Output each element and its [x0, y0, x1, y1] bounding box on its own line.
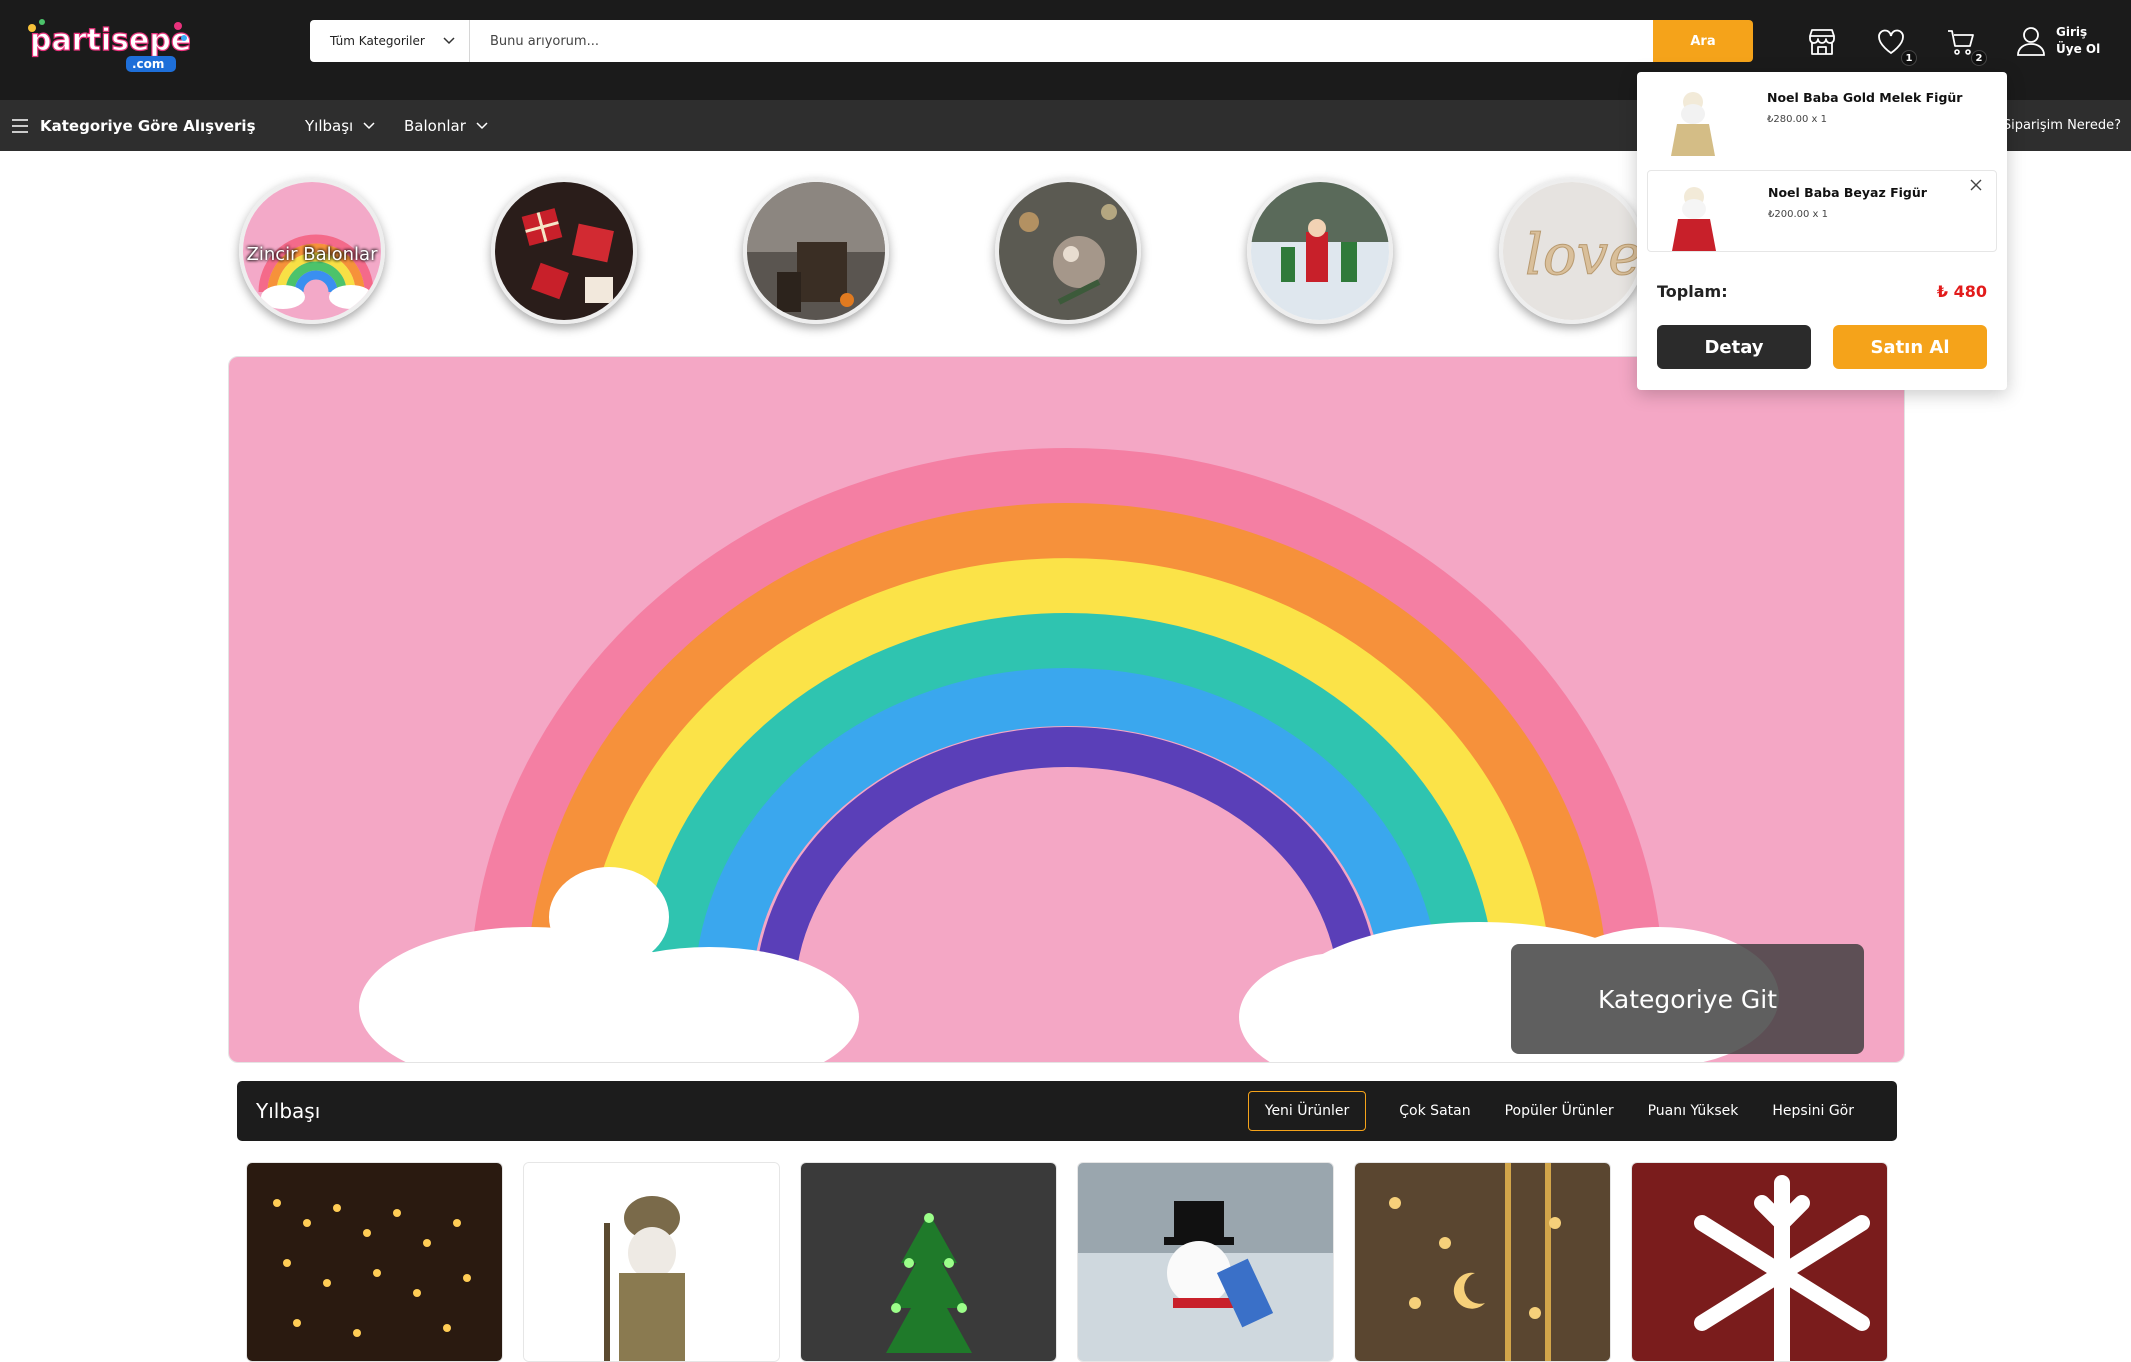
search-button[interactable]: Ara	[1653, 20, 1753, 62]
category-circle-santa[interactable]	[1247, 178, 1393, 324]
nav-item-label: Yılbaşı	[305, 116, 354, 135]
remove-item-button[interactable]	[1970, 179, 1982, 195]
santa-snow-image	[1251, 182, 1389, 320]
login-link[interactable]: Giriş	[2056, 24, 2100, 41]
chevron-down-icon	[476, 121, 488, 129]
gift-boxes-image	[495, 182, 633, 320]
nav-item-balonlar[interactable]: Balonlar	[404, 100, 488, 151]
nav-item-yilbasi[interactable]: Yılbaşı	[305, 100, 375, 151]
tab-cok-satan[interactable]: Çok Satan	[1382, 1091, 1487, 1131]
svg-text:.com: .com	[132, 57, 164, 71]
mini-cart-dropdown: Noel Baba Gold Melek Figür ₺280.00 x 1 N…	[1637, 72, 2007, 390]
moon-star-lights-image	[1355, 1163, 1610, 1361]
cart-count-badge: 2	[1971, 50, 1987, 66]
cart-detail-button[interactable]: Detay	[1657, 325, 1811, 369]
santa-figure-image	[524, 1163, 779, 1361]
site-logo[interactable]: partisepeti .com	[28, 16, 190, 82]
hero-banner[interactable]: Kategoriye Git	[228, 356, 1905, 1063]
search-input[interactable]	[470, 20, 1653, 62]
mini-cart-item-name[interactable]: Noel Baba Beyaz Figür	[1768, 185, 1927, 200]
mini-cart-item[interactable]: Noel Baba Beyaz Figür ₺200.00 x 1	[1647, 170, 1997, 252]
product-card[interactable]	[246, 1162, 503, 1362]
category-circle-gifts[interactable]	[491, 178, 637, 324]
mini-cart-total: Toplam: ₺ 480	[1657, 282, 1987, 301]
product-card[interactable]	[1077, 1162, 1334, 1362]
category-select-label: Tüm Kategoriler	[330, 34, 425, 48]
wishlist-button[interactable]: 1	[1875, 22, 1917, 66]
neon-tree-image	[801, 1163, 1056, 1361]
product-card[interactable]	[1354, 1162, 1611, 1362]
product-thumbnail	[1662, 179, 1726, 251]
spooky-room-image	[747, 182, 885, 320]
category-circle-letter-balloons[interactable]: love	[1499, 178, 1645, 324]
hamburger-icon	[12, 118, 28, 133]
mini-cart-item-name[interactable]: Noel Baba Gold Melek Figür	[1767, 90, 1962, 105]
category-circle-zincir-balonlar[interactable]: Zincir Balonlar	[239, 178, 385, 324]
close-icon	[1970, 179, 1982, 191]
neon-snowflake-image	[1632, 1163, 1887, 1361]
user-icon	[2017, 27, 2045, 56]
tab-yeni-urunler[interactable]: Yeni Ürünler	[1247, 1091, 1367, 1131]
tab-populer-urunler[interactable]: Popüler Ürünler	[1488, 1091, 1631, 1131]
string-lights-image	[247, 1163, 502, 1361]
chevron-down-icon	[443, 37, 455, 45]
wishlist-count-badge: 1	[1901, 50, 1917, 66]
inflatable-snowman-image	[1078, 1163, 1333, 1361]
banner-cta-button[interactable]: Kategoriye Git	[1511, 944, 1864, 1054]
checkout-button[interactable]: Satın Al	[1833, 325, 1987, 369]
section-tabs: Yeni Ürünler Çok Satan Popüler Ürünler P…	[1247, 1081, 1871, 1141]
nav-item-label: Balonlar	[404, 116, 466, 135]
store-icon[interactable]	[1806, 22, 1846, 62]
mini-cart-item-price: ₺200.00 x 1	[1768, 209, 1828, 220]
love-balloon-image: love	[1503, 182, 1641, 320]
product-card[interactable]	[800, 1162, 1057, 1362]
product-card[interactable]	[523, 1162, 780, 1362]
total-amount: ₺ 480	[1936, 282, 1987, 301]
category-circle-ornaments[interactable]	[995, 178, 1141, 324]
total-label: Toplam:	[1657, 282, 1728, 301]
chevron-down-icon	[363, 121, 375, 129]
cart-button[interactable]: 2	[1945, 22, 1987, 66]
category-circle-label: Zincir Balonlar	[246, 244, 378, 265]
account-link[interactable]: Giriş Üye Ol	[2016, 24, 2100, 58]
product-card[interactable]	[1631, 1162, 1888, 1362]
christmas-ornament-image	[999, 182, 1137, 320]
order-tracking-link[interactable]: Siparişim Nerede?	[2003, 100, 2121, 151]
section-header: Yılbaşı Yeni Ürünler Çok Satan Popüler Ü…	[237, 1081, 1897, 1141]
mini-cart-item-price: ₺280.00 x 1	[1767, 114, 1827, 125]
register-link[interactable]: Üye Ol	[2056, 41, 2100, 58]
category-select[interactable]: Tüm Kategoriler	[310, 20, 470, 62]
section-title: Yılbaşı	[256, 1099, 321, 1123]
svg-text:love: love	[1525, 223, 1641, 288]
svg-text:partisepeti: partisepeti	[30, 23, 190, 58]
shop-by-category-button[interactable]: Kategoriye Göre Alışveriş	[12, 100, 256, 151]
tab-puani-yuksek[interactable]: Puanı Yüksek	[1631, 1091, 1756, 1131]
shop-by-category-label: Kategoriye Göre Alışveriş	[40, 116, 256, 135]
mini-cart-item[interactable]: Noel Baba Gold Melek Figür ₺280.00 x 1	[1647, 76, 1997, 158]
search-bar: Tüm Kategoriler Ara	[310, 20, 1753, 62]
tab-hepsini-gor[interactable]: Hepsini Gör	[1755, 1091, 1871, 1131]
product-thumbnail	[1661, 84, 1725, 156]
category-circle-halloween[interactable]	[743, 178, 889, 324]
